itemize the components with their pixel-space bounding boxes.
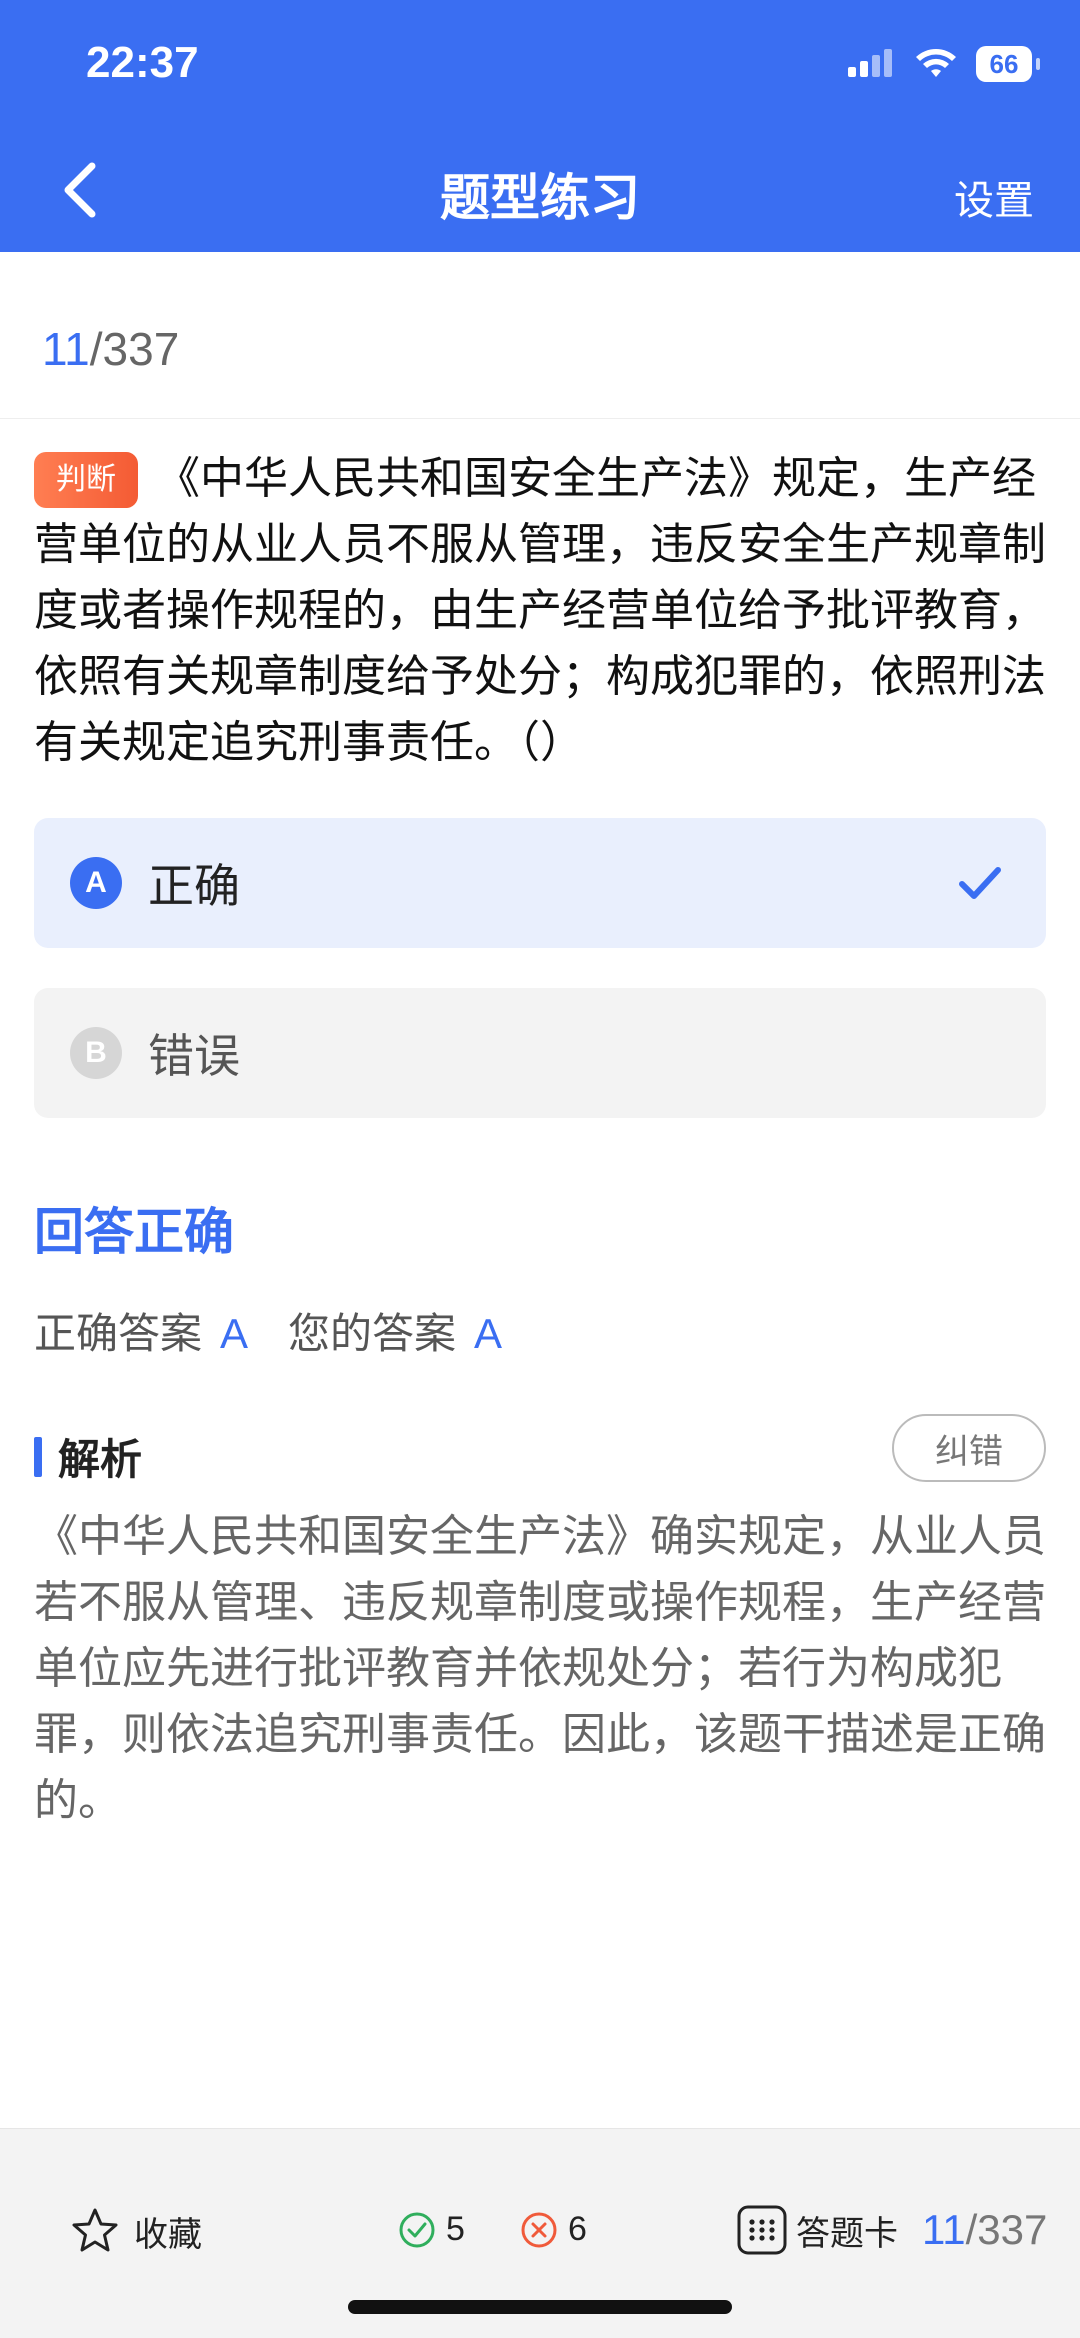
correct-answer-label: 正确答案 <box>34 1309 203 1358</box>
correct-count: 5 <box>398 2210 465 2249</box>
page-indicator: 11/337 <box>922 2206 1047 2254</box>
wifi-icon <box>916 49 956 77</box>
your-answer-label: 您的答案 <box>288 1309 457 1358</box>
option-b[interactable]: B 错误 <box>34 988 1046 1118</box>
correct-count-value: 5 <box>446 2210 465 2248</box>
check-circle-icon <box>399 2212 435 2247</box>
question-stem: 判断 《中华人民共和国安全生产法》规定，生产经营单位的从业人员不服从管理，违反安全… <box>34 446 1046 776</box>
check-icon <box>959 867 1001 899</box>
question-type-badge: 判断 <box>34 452 138 508</box>
page-current: 11 <box>922 2206 966 2253</box>
option-a[interactable]: A 正确 <box>34 818 1046 948</box>
page-total: /337 <box>965 2206 1048 2253</box>
analysis-title: 解析 <box>58 1435 143 1484</box>
star-icon <box>72 2208 118 2252</box>
status-time: 22:37 <box>86 38 199 87</box>
answer-card-button[interactable]: 答题卡 <box>736 2204 898 2256</box>
your-answer-value: A <box>474 1310 503 1357</box>
home-indicator[interactable] <box>348 2300 732 2314</box>
grid-icon <box>737 2205 787 2255</box>
counter-total: /337 <box>89 323 180 375</box>
favorite-button[interactable]: 收藏 <box>70 2206 202 2256</box>
page-title: 题型练习 <box>440 169 640 227</box>
answer-card-label: 答题卡 <box>796 2213 898 2254</box>
battery-icon: 66 <box>976 46 1040 82</box>
x-circle-icon <box>521 2212 557 2247</box>
option-b-text: 错误 <box>148 1029 240 1083</box>
question-text: 《中华人民共和国安全生产法》规定，生产经营单位的从业人员不服从管理，违反安全生产… <box>34 453 1046 768</box>
status-icons: 66 <box>848 42 1040 86</box>
analysis-accent-bar <box>34 1436 42 1477</box>
settings-button[interactable]: 设置 <box>954 168 1034 226</box>
app-header: 22:37 66 题型练习 设置 <box>0 0 1080 252</box>
option-a-text: 正确 <box>148 859 240 913</box>
analysis-header: 解析 <box>34 1426 142 1487</box>
correct-answer-value: A <box>220 1310 249 1357</box>
option-a-letter: A <box>70 857 122 909</box>
signal-icon <box>848 49 892 77</box>
wrong-count-value: 6 <box>568 2210 587 2248</box>
report-error-button[interactable]: 纠错 <box>892 1414 1046 1482</box>
favorite-label: 收藏 <box>134 2214 202 2255</box>
divider <box>0 418 1080 419</box>
answer-summary: 正确答案 A 您的答案 A <box>34 1300 502 1361</box>
option-b-letter: B <box>70 1027 122 1079</box>
result-title: 回答正确 <box>34 1203 234 1261</box>
question-counter: 11/337 <box>42 322 179 376</box>
wrong-count: 6 <box>520 2210 587 2249</box>
counter-current: 11 <box>42 323 90 375</box>
analysis-text: 《中华人民共和国安全生产法》确实规定，从业人员若不服从管理、违反规章制度或操作规… <box>34 1511 1046 1826</box>
